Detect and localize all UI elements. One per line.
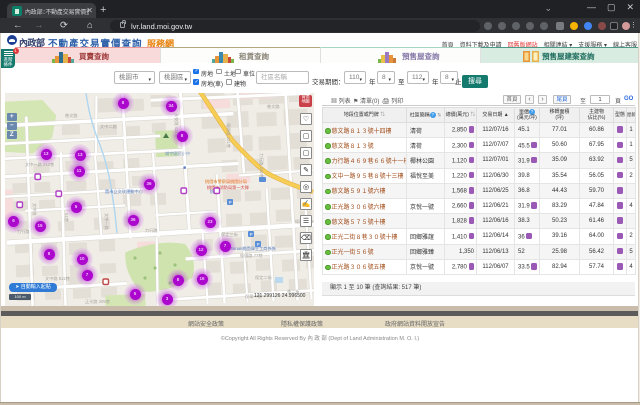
svg-text:文中路 511巷: 文中路 511巷 xyxy=(45,275,70,282)
svg-text:復興路 221巷: 復興路 221巷 xyxy=(225,123,232,149)
svg-text:經國路 77巷: 經國路 77巷 xyxy=(240,252,263,259)
svg-text:Tainan桃園偉生工商係係: Tainan桃園偉生工商係係 xyxy=(230,245,276,252)
svg-text:埔宇國民小中: 埔宇國民小中 xyxy=(165,150,190,157)
svg-text:■: ■ xyxy=(183,165,186,171)
svg-text:桃園市警察局桃園分局: 桃園市警察局桃園分局 xyxy=(205,178,247,185)
svg-text:保定二街: 保定二街 xyxy=(255,274,272,281)
svg-text:慈文路: 慈文路 xyxy=(267,103,280,110)
svg-text:正光路 205巷: 正光路 205巷 xyxy=(85,298,111,305)
svg-text:力行路: 力行路 xyxy=(145,227,158,234)
svg-text:P: P xyxy=(229,200,232,205)
svg-text:力行路 220巷: 力行路 220巷 xyxy=(258,153,265,179)
svg-text:P: P xyxy=(250,232,253,237)
svg-text:文中二路: 文中二路 xyxy=(100,123,118,130)
svg-text:慈文路: 慈文路 xyxy=(65,112,78,119)
svg-text:文中一路: 文中一路 xyxy=(103,213,110,231)
